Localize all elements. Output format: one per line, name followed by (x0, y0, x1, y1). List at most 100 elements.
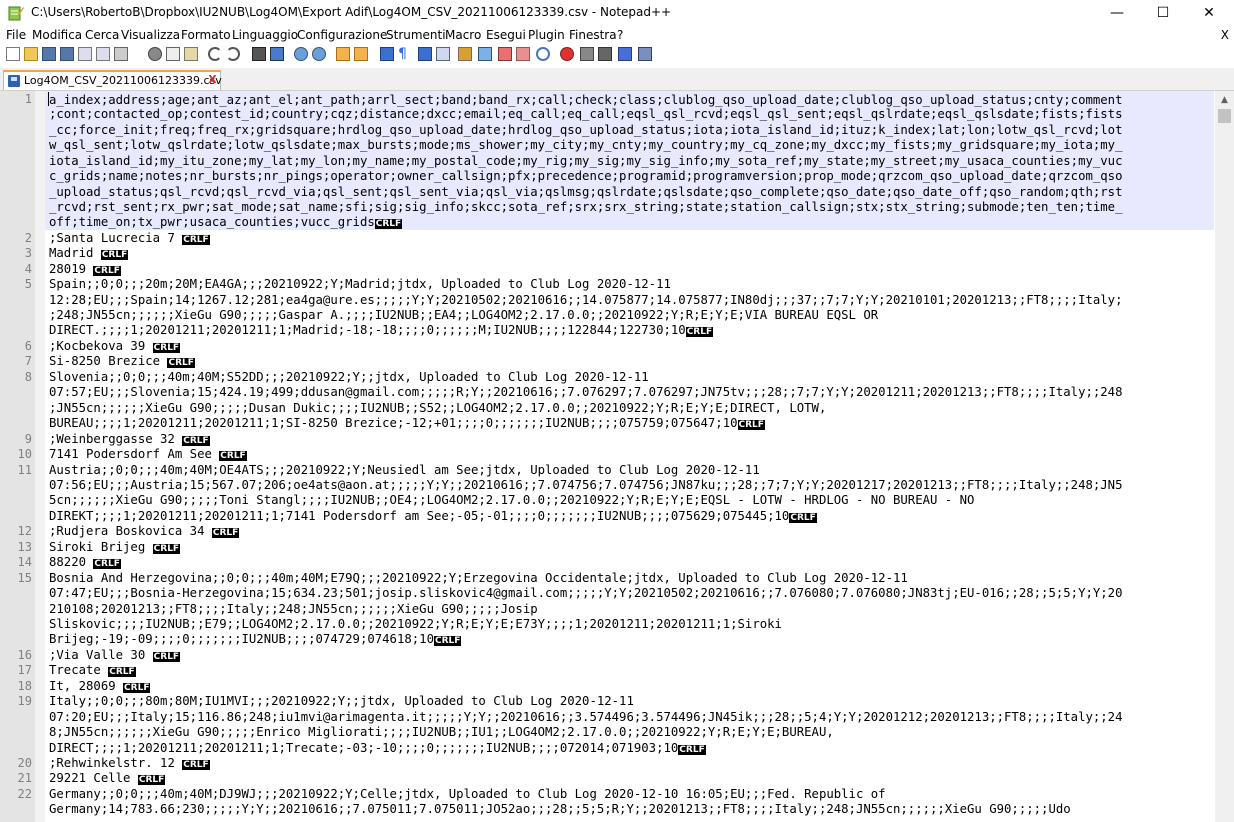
maximize-button[interactable]: ☐ (1140, 0, 1186, 26)
crlf-marker: CRLF (182, 760, 210, 770)
line-number: 10 (17, 447, 32, 461)
vertical-scrollbar[interactable]: ▲ (1215, 91, 1234, 822)
line-number: 22 (17, 787, 32, 801)
doc-switcher-icon[interactable] (516, 47, 530, 61)
copy-icon[interactable] (166, 47, 180, 61)
toolbar: ¶ (0, 46, 1234, 64)
code-line: Spain;;0;0;;;20m;20M;EA4GA;;;20210922;Y;… (49, 277, 671, 291)
menu-cerca[interactable]: Cerca (85, 28, 119, 42)
open-file-icon[interactable] (24, 47, 38, 61)
code-line: a_index;address;age;ant_az;ant_el;ant_pa… (48, 92, 1123, 107)
stop-macro-icon[interactable] (580, 47, 594, 61)
line-number: 19 (17, 694, 32, 708)
menu-visualizza[interactable]: Visualizza (121, 28, 180, 42)
code-line: _rcvd;rst_sent;rx_pwr;sat_mode;sat_name;… (49, 200, 1123, 214)
code-line: 8;JN55cn;;;;;;XieGu G90;;;;;Enrico Migli… (49, 725, 834, 739)
play-macro-icon[interactable] (598, 47, 612, 61)
redo-icon[interactable] (226, 47, 240, 61)
menu-strumenti[interactable]: Strumenti (386, 28, 446, 42)
menu-configurazione[interactable]: Configurazione (297, 28, 387, 42)
code-line: ;JN55cn;;;;;;XieGu G90;;;;;Dusan Dukic;;… (49, 401, 827, 415)
scroll-up-arrow-icon[interactable]: ▲ (1215, 91, 1234, 108)
crlf-marker: CRLF (789, 513, 817, 523)
notepad-plus-plus-icon (8, 6, 24, 21)
word-wrap-icon[interactable] (380, 47, 394, 61)
save-all-icon[interactable] (60, 47, 74, 61)
code-line: 88220 CRLF (49, 555, 121, 569)
function-list-icon[interactable] (458, 47, 472, 61)
replace-icon[interactable] (270, 47, 284, 61)
line-number: 13 (17, 540, 32, 554)
menu-plugin[interactable]: Plugin (528, 28, 565, 42)
code-line: Madrid CRLF (49, 246, 129, 260)
code-line: w_qsl_sent;lotw_qslrdate;lotw_qslsdate;m… (49, 138, 1123, 152)
crlf-marker: CRLF (108, 667, 136, 677)
line-number: 7 (24, 354, 32, 368)
sync-horizontal-icon[interactable] (354, 47, 368, 61)
menu-help[interactable]: ? (617, 28, 623, 42)
code-line: Si-8250 Brezice CRLF (49, 354, 195, 368)
tab-label: Log4OM_CSV_20211006123339.csv (24, 74, 222, 87)
code-line: c_grids;name;notes;nr_bursts;nr_pings;op… (49, 169, 1123, 183)
code-line: _upload_status;qsl_rcvd;qsl_rcvd_via;qsl… (49, 185, 1123, 199)
new-file-icon[interactable] (6, 47, 20, 61)
code-line: Bosnia And Herzegovina;;0;0;;;40m;40M;E7… (49, 571, 908, 585)
paste-icon[interactable] (184, 47, 198, 61)
menu-linguaggio[interactable]: Linguaggio (232, 28, 298, 42)
crlf-marker: CRLF (182, 436, 210, 446)
monitoring-icon[interactable] (498, 47, 512, 61)
crlf-marker: CRLF (152, 652, 181, 662)
line-number: 14 (17, 555, 32, 569)
menu-esegui[interactable]: Esegui (486, 28, 526, 42)
close-tab-icon[interactable]: X (207, 74, 218, 86)
line-number: 8 (24, 370, 32, 384)
sync-vertical-icon[interactable] (336, 47, 350, 61)
save-icon[interactable] (42, 47, 56, 61)
crlf-marker: CRLF (123, 683, 151, 693)
menu-macro[interactable]: Macro (445, 28, 481, 42)
undo-icon[interactable] (208, 47, 222, 61)
menu-bar: File Modifica Cerca Visualizza Formato L… (0, 28, 1234, 44)
code-line: 7141 Podersdorf Am See CRLF (49, 447, 247, 461)
line-number: 12 (17, 524, 32, 538)
save-macro-icon[interactable] (638, 47, 652, 61)
folder-as-workspace-icon[interactable] (478, 47, 492, 61)
crlf-marker: CRLF (152, 343, 181, 353)
line-number: 21 (17, 771, 32, 785)
menu-file[interactable]: File (6, 28, 26, 42)
code-line: iota_island_id;my_itu_zone;my_lat;my_lon… (49, 154, 1123, 168)
crlf-marker: CRLF (374, 219, 403, 229)
document-map-icon[interactable] (436, 47, 450, 61)
code-line: off;time_on;tx_pwr;usaca_counties;vucc_g… (49, 215, 403, 229)
tab-log4om-csv[interactable]: Log4OM_CSV_20211006123339.csv X (3, 70, 222, 90)
show-all-characters-icon[interactable]: ¶ (398, 47, 412, 61)
crlf-marker: CRLF (152, 544, 181, 554)
view-icon[interactable] (536, 47, 550, 61)
find-icon[interactable] (252, 47, 266, 61)
run-macro-multiple-icon[interactable] (618, 47, 632, 61)
editor[interactable]: 1 2 3 4 5 6 7 8 9 10 11 12 13 14 15 16 1… (0, 91, 1234, 822)
close-all-icon[interactable] (96, 47, 110, 61)
indent-guide-icon[interactable] (418, 47, 432, 61)
scrollbar-thumb[interactable] (1218, 109, 1231, 123)
close-file-icon[interactable] (78, 47, 92, 61)
crlf-marker: CRLF (100, 250, 129, 260)
record-macro-icon[interactable] (560, 47, 574, 61)
minimize-button[interactable]: — (1094, 0, 1140, 26)
code-line: Austria;;0;0;;;40m;40M;OE4ATS;;;20210922… (49, 463, 760, 477)
menu-modifica[interactable]: Modifica (32, 28, 82, 42)
crlf-marker: CRLF (211, 528, 240, 538)
code-line: 07:20;EU;;;Italy;15;116.86;248;iu1mvi@ar… (49, 710, 1123, 724)
close-button[interactable]: ✕ (1186, 0, 1232, 26)
menu-finestra[interactable]: Finestra (569, 28, 617, 42)
menu-formato[interactable]: Formato (181, 28, 231, 42)
print-icon[interactable] (114, 47, 128, 61)
zoom-out-icon[interactable] (312, 47, 326, 61)
crlf-marker: CRLF (137, 775, 166, 785)
title-bar: C:\Users\RobertoB\Dropbox\IU2NUB\Log4OM\… (0, 0, 1234, 26)
code-line: ;cont;contacted_op;contest_id;country;cq… (49, 107, 1123, 121)
close-document-button[interactable]: X (1221, 28, 1229, 42)
code-line: DIRECT.;;;;1;20201211;20201211;1;Madrid;… (49, 323, 714, 337)
cut-icon[interactable] (148, 47, 162, 61)
zoom-in-icon[interactable] (294, 47, 308, 61)
